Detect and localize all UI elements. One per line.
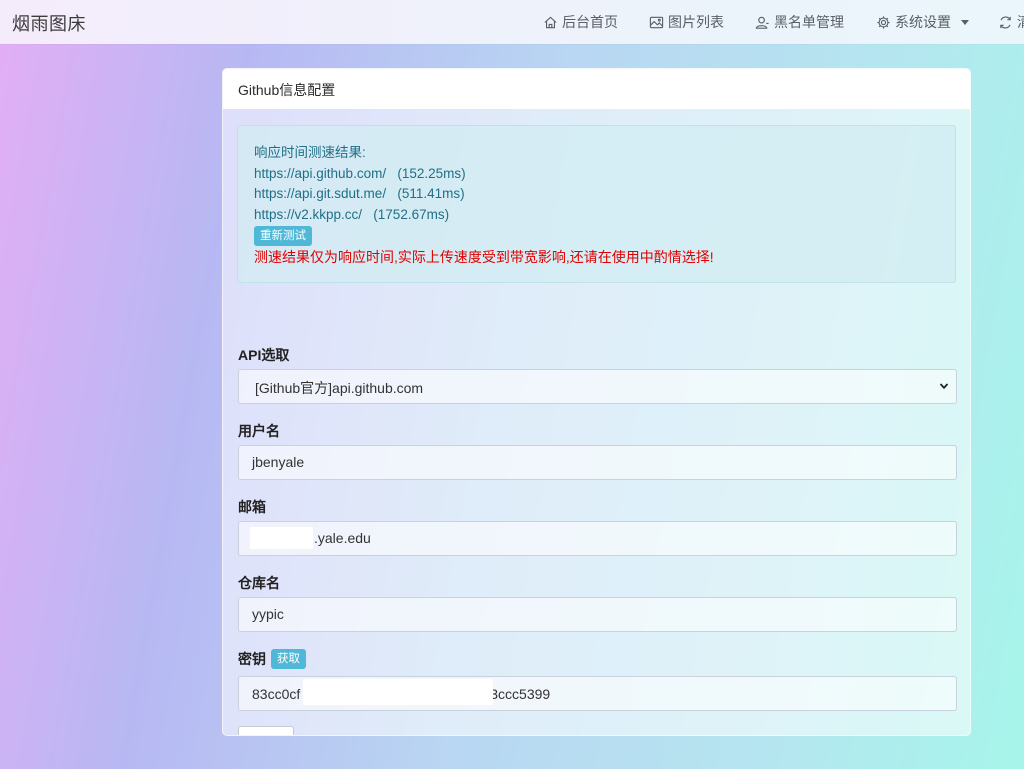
refresh-icon	[1000, 16, 1011, 28]
token-label: 密钥	[238, 651, 266, 667]
retest-button[interactable]: 重新测试	[254, 226, 312, 246]
nav-item-settings[interactable]: 系统设置	[876, 12, 969, 32]
brand-logo[interactable]: 烟雨图床	[12, 10, 86, 36]
redaction-mask	[250, 527, 313, 549]
token-label-row: 密钥 获取	[238, 649, 306, 669]
nav-item-clear[interactable]: 清	[998, 12, 1024, 32]
github-config-card: Github信息配置 响应时间测速结果: https://api.github.…	[222, 68, 971, 736]
speedtest-result: https://api.git.sdut.me/ (511.41ms)	[254, 186, 465, 201]
token-value-start: 83cc0cf	[252, 685, 301, 702]
email-label: 邮箱	[238, 499, 266, 515]
card-title: Github信息配置	[223, 69, 970, 109]
speedtest-result: https://v2.kkpp.cc/ (1752.67ms)	[254, 206, 450, 222]
repo-label: 仓库名	[238, 575, 280, 591]
speedtest-warning: 测速结果仅为响应时间,实际上传速度受到带宽影响,还请在使用中酌情选择!	[254, 249, 714, 265]
speedtest-result: https://api.github.com/ (152.25ms)	[254, 165, 466, 181]
nav-item-label: 系统设置	[895, 14, 951, 30]
home-icon	[544, 16, 557, 28]
username-field[interactable]: jbenyale	[238, 445, 957, 480]
get-token-button[interactable]: 获取	[271, 649, 306, 669]
gear-icon	[877, 15, 890, 29]
repo-field[interactable]: yypic	[238, 597, 957, 632]
nav-item-label: 图片列表	[668, 14, 724, 30]
nav-item-dashboard[interactable]: 后台首页	[543, 12, 618, 32]
username-label: 用户名	[238, 423, 280, 439]
email-field[interactable]: .yale.edu	[238, 521, 957, 556]
nav-item-label: 黑名单管理	[774, 14, 844, 30]
nav-item-blacklist[interactable]: 黑名单管理	[755, 12, 844, 32]
nav-item-images[interactable]: 图片列表	[649, 12, 724, 32]
redaction-mask	[303, 679, 493, 705]
user-icon	[755, 16, 769, 29]
speedtest-heading: 响应时间测速结果:	[254, 145, 366, 160]
api-select[interactable]: [Github官方]api.github.com	[238, 369, 957, 404]
chevron-down-icon	[961, 19, 969, 25]
chevron-down-icon	[939, 383, 949, 390]
api-label: API选取	[238, 347, 290, 363]
api-select-value: [Github官方]api.github.com	[238, 369, 957, 404]
speedtest-alert: 响应时间测速结果: https://api.github.com/ (152.2…	[237, 125, 956, 283]
nav-item-label: 清	[1017, 12, 1024, 32]
navbar: 烟雨图床 后台首页 图片列表 黑名单管理 系统设置 清	[0, 0, 1024, 44]
token-value-end: 3ccc5399	[490, 685, 551, 702]
image-icon	[649, 16, 664, 28]
save-button[interactable]: 保存	[238, 726, 294, 735]
nav-item-label: 后台首页	[562, 14, 618, 30]
